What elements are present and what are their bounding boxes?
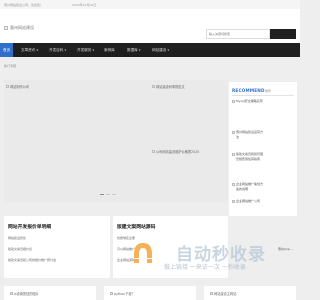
chevron-down-icon: ▼ [92, 49, 95, 52]
bottom-card-caption: python下载？ [114, 292, 135, 296]
recommend-panel: RECOMMEND 推荐 Mysql安全策略实现 惠州网站建设运营方法 版建文案… [229, 82, 297, 216]
chevron-down-icon: ▼ [138, 49, 141, 52]
nav-item-articles[interactable]: 文章资讯▼ [21, 43, 38, 57]
divider [232, 95, 294, 96]
slider-dot[interactable] [106, 194, 110, 196]
bottom-card[interactable]: 网站建设主网站 [204, 286, 296, 300]
slide-item[interactable]: 公司网站建设维护价格表2025 [152, 149, 199, 154]
nav-item-home[interactable]: 首页 [0, 43, 14, 57]
broken-image-icon [10, 292, 13, 295]
card-link[interactable]: 版建文案员和公司的报价推广研讨会 [8, 258, 56, 262]
nav-label: 首页 [3, 48, 11, 52]
broken-image-icon [152, 85, 155, 88]
slide-caption: 网站建设利率报告文 [156, 85, 185, 89]
card-title[interactable]: 版建文案网站源码 [117, 223, 155, 230]
recommend-item[interactable]: 企业网站推广策划方案的说明 [232, 182, 294, 191]
welcome-text: 惠州网站建设公司，欢迎您！ [4, 3, 44, 7]
card-link[interactable]: 网站建设优化 [8, 236, 26, 240]
top-bar: 惠州网站建设公司，欢迎您！ 2025年10月02日 [0, 0, 300, 9]
bottom-card-label: 网站建设主网站 [210, 291, 236, 296]
recommend-title: RECOMMEND [232, 88, 265, 93]
recommend-item-label: 惠州网站建设运营方法 [236, 130, 264, 139]
broken-image-icon [232, 152, 235, 156]
nav-item-dev-wiki[interactable]: 开发百科▼ [49, 43, 66, 57]
slider-dot[interactable] [112, 194, 116, 196]
bottom-card-caption: js设置按钮的图片 [14, 292, 39, 296]
slide-item[interactable]: 网站建设利率报告文 [152, 84, 185, 89]
slide-caption: 网站制作公司 [10, 85, 30, 89]
chevron-down-icon: ▼ [167, 49, 170, 52]
recommend-subtitle: 推荐 [265, 89, 272, 93]
card-link[interactable]: 版建文案员报价表 [8, 247, 32, 251]
banner-slider[interactable]: 网站制作公司 网站建设利率报告文 公司网站建设维护价格表2025 [4, 80, 228, 203]
broken-image-icon [232, 99, 235, 103]
slider-dots [100, 194, 116, 196]
slider-dot[interactable] [100, 194, 104, 196]
nav-item-dev-services[interactable]: 开发服务▼ [77, 43, 94, 57]
nav-item-cases[interactable]: 案例库 [104, 43, 115, 57]
recommend-item-label: Mysql安全策略实现 [236, 99, 263, 103]
category-card: 网站开发报价单明细 网站建设优化 版建文案员报价表 版建文案员和公司的报价推广研… [4, 216, 110, 278]
slide-item[interactable]: 网站制作公司 [6, 84, 29, 89]
broken-image-icon [110, 292, 113, 295]
nav-label: 开发服务 [77, 48, 92, 52]
nav-label: 案例库 [104, 48, 115, 52]
broken-image-icon [6, 85, 9, 88]
recommend-item[interactable]: 版建文案员和和管理员规费用估算指南 [232, 152, 294, 161]
nav-item-database[interactable]: 数据库▼ [127, 43, 141, 57]
nav-label: 数据库 [127, 48, 138, 52]
broken-image-icon [232, 130, 235, 134]
broken-image-icon [210, 292, 213, 295]
bottom-card-label: js设置按钮的图片 [10, 291, 39, 296]
header: 惠州网站建设 [0, 9, 300, 43]
main-nav: 首页 文章资讯▼ 开发百科▼ 开发服务▼ 案例库 数据库▼ 网站建设▼ [0, 43, 300, 57]
recommend-item-label: 版建文案员和和管理员规费用估算指南 [236, 152, 264, 161]
nav-label: 文章资讯 [21, 48, 36, 52]
recommend-item-label: 企业网站推广策划方案的说明 [236, 182, 264, 191]
chevron-down-icon: ▼ [64, 49, 67, 52]
bottom-card[interactable]: js设置按钮的图片 [4, 286, 96, 300]
bottom-card-caption: 网站建设主网站 [214, 292, 237, 296]
broken-image-icon [152, 150, 155, 153]
side-snippet: 惠州php... [278, 247, 293, 251]
recommend-item[interactable]: 企业网站推广公司 [232, 199, 294, 204]
search-button[interactable] [270, 29, 296, 39]
recommend-item[interactable]: 惠州网站建设运营方法 [232, 130, 294, 139]
broken-image-icon [232, 182, 235, 186]
nav-label: 开发百科 [49, 48, 64, 52]
recommend-item-label: 企业网站推广公司 [236, 199, 261, 203]
search-input[interactable] [206, 29, 270, 39]
watermark-tagline: 做上链接 一来访一次 一秒收录 [164, 264, 246, 271]
logo-alt-text: 惠州网站建设 [10, 25, 34, 30]
site-logo[interactable]: 惠州网站建设 [4, 23, 48, 33]
bottom-card-label: python下载？ [110, 291, 135, 296]
date-text: 2025年10月02日 [72, 3, 97, 7]
broken-image-icon [4, 26, 8, 30]
watermark-logo-icon [134, 243, 152, 263]
recommend-item[interactable]: Mysql安全策略实现 [232, 99, 294, 104]
watermark-overlay: 自动秒收录 做上链接 一来访一次 一秒收录 [130, 237, 280, 273]
broken-image-icon [232, 199, 235, 203]
nav-item-web-build[interactable]: 网站建设▼ [152, 43, 169, 57]
slide-caption: 公司网站建设维护价格表2025 [156, 150, 200, 154]
chevron-down-icon: ▼ [36, 49, 39, 52]
card-title[interactable]: 网站开发报价单明细 [8, 223, 51, 230]
nav-label: 网站建设 [152, 48, 167, 52]
bottom-card[interactable]: python下载？ [104, 286, 196, 300]
breadcrumb: 热门专题 [4, 64, 17, 68]
